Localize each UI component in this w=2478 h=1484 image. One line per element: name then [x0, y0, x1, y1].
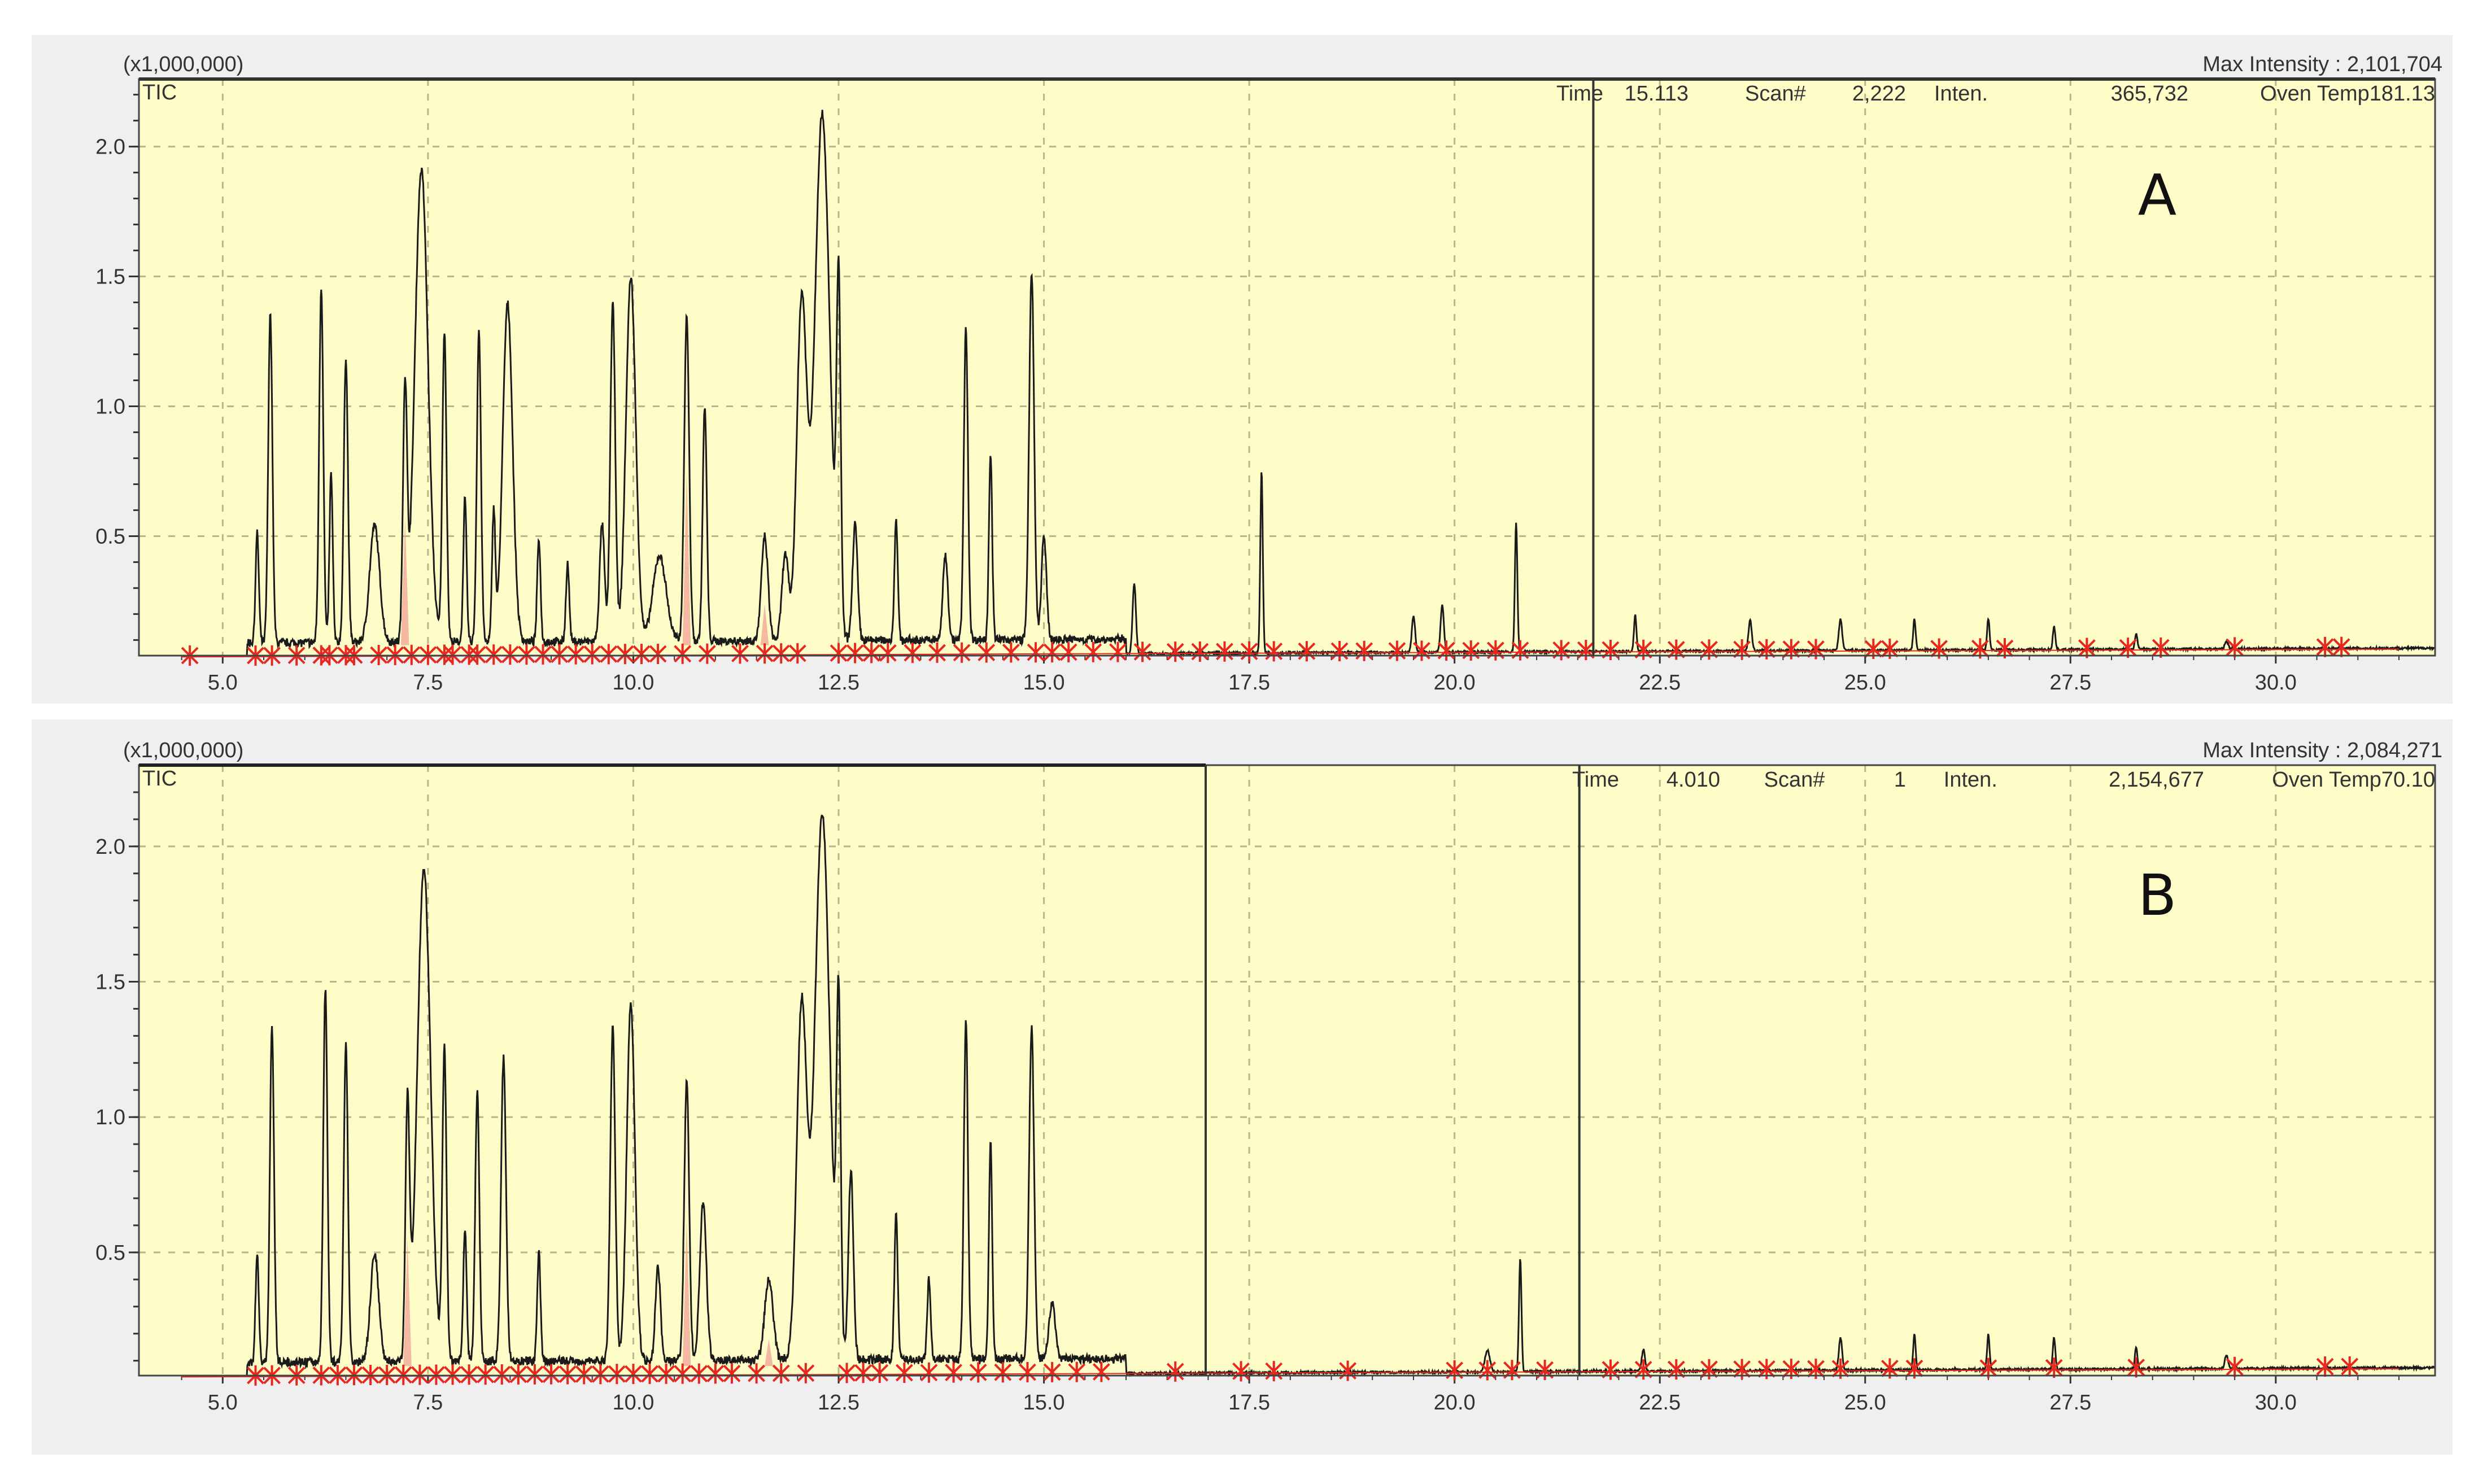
x-tick-label: 5.0 [208, 671, 238, 695]
x-tick-label: 7.5 [413, 1391, 443, 1415]
info-scan-label: Scan# [1745, 82, 1806, 106]
x-tick-label: 27.5 [2049, 671, 2091, 695]
x-tick-label: 15.0 [1023, 671, 1065, 695]
x-tick-label: 17.5 [1228, 1391, 1270, 1415]
info-time: 15.113 [1625, 82, 1689, 106]
plot-area [139, 765, 2435, 1376]
plot-area [139, 79, 2435, 656]
x-tick-label: 7.5 [413, 671, 443, 695]
x-tick-label: 22.5 [1639, 671, 1681, 695]
y-multiplier-label: (x1,000,000) [123, 739, 243, 762]
info-scan: 2,222 [1852, 82, 1906, 106]
chromatogram-panel-a: 5.0 7.5 10.0 12.5 15.0 17.5 20.0 22.5 25.0 27.5 30… [32, 35, 2453, 704]
y-tick-label: 1.5 [95, 971, 125, 994]
y-tick-label: 2.0 [95, 835, 125, 859]
x-tick-label: 20.0 [1434, 671, 1476, 695]
panel-label: B [2138, 862, 2177, 928]
x-tick-label: 10.0 [612, 671, 654, 695]
series-label: TIC [142, 81, 177, 104]
x-tick-label: 22.5 [1639, 1391, 1681, 1415]
x-tick-label: 10.0 [612, 1391, 654, 1415]
y-tick-label: 1.0 [95, 395, 125, 418]
y-tick-label: 0.5 [95, 1241, 125, 1265]
x-tick-label: 5.0 [208, 1391, 238, 1415]
x-tick-label: 27.5 [2049, 1391, 2091, 1415]
info-scan-label: Scan# [1764, 768, 1825, 792]
y-multiplier-label: (x1,000,000) [123, 53, 243, 76]
info-time: 4.010 [1666, 768, 1720, 792]
info-scan: 1 [1894, 768, 1906, 792]
info-time-label: Time [1556, 82, 1603, 106]
panel-label: A [2138, 162, 2176, 228]
x-tick-label: 12.5 [818, 671, 860, 695]
x-tick-label: 30.0 [2255, 671, 2297, 695]
info-inten-label: Inten. [1944, 768, 1997, 792]
x-tick-label: 17.5 [1228, 671, 1270, 695]
info-oven-temp: Oven Temp181.13 [2260, 82, 2435, 106]
y-tick-label: 1.5 [95, 265, 125, 289]
max-intensity-label: Max Intensity : 2,101,704 [2202, 53, 2442, 76]
y-tick-label: 1.0 [95, 1106, 125, 1129]
x-tick-label: 30.0 [2255, 1391, 2297, 1415]
info-time-label: Time [1572, 768, 1619, 792]
info-inten-label: Inten. [1934, 82, 1988, 106]
max-intensity-label: Max Intensity : 2,084,271 [2202, 739, 2442, 762]
info-inten: 365,732 [2111, 82, 2188, 106]
y-tick-label: 2.0 [95, 136, 125, 159]
y-tick-label: 0.5 [95, 525, 125, 548]
series-label: TIC [142, 767, 177, 791]
x-tick-label: 15.0 [1023, 1391, 1065, 1415]
x-tick-label: 25.0 [1844, 671, 1886, 695]
chromatogram-figure: 5.0 7.5 10.0 12.5 15.0 17.5 20.0 22.5 25.0 27.5 30… [32, 35, 2453, 1455]
x-tick-label: 20.0 [1434, 1391, 1476, 1415]
chromatogram-panel-b: 5.0 7.5 10.0 12.5 15.0 17.5 20.0 22.5 25.0 27.5 30… [32, 719, 2453, 1455]
info-oven-temp: Oven Temp70.10 [2272, 768, 2435, 792]
x-tick-label: 25.0 [1844, 1391, 1886, 1415]
x-tick-label: 12.5 [818, 1391, 860, 1415]
info-inten: 2,154,677 [2109, 768, 2204, 792]
